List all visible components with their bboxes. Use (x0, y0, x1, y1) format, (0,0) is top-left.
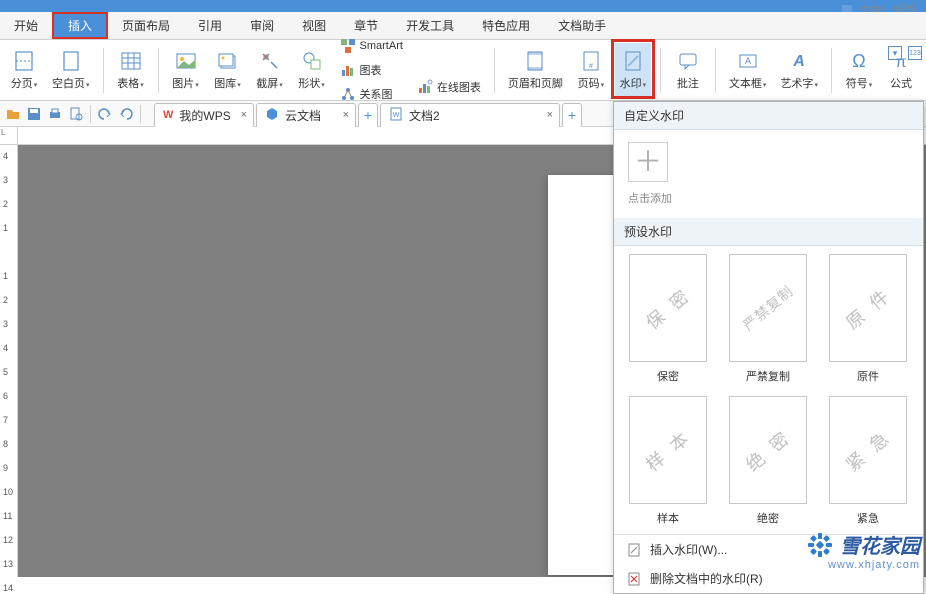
title-bar (0, 0, 926, 12)
blank-page-icon (59, 49, 83, 73)
ribbon-right-controls: ▾ 123 (888, 46, 922, 60)
undo-icon[interactable] (96, 105, 114, 123)
new-tab-plus[interactable]: + (562, 103, 582, 127)
menu-start[interactable]: 开始 (0, 12, 52, 39)
shape-icon (300, 49, 324, 73)
menu-insert[interactable]: 插入 (52, 12, 108, 39)
online-chart-icon (417, 79, 433, 95)
wps-logo-icon: W (163, 109, 173, 121)
redo-icon[interactable] (117, 105, 135, 123)
ribbon-insert: 分页▾ 空白页▾ 表格▾ 图片▾ 图库▾ 截屏▾ 形状▾ SmartArt 图表 (0, 40, 926, 101)
relation-chart-button[interactable]: 关系图 (336, 83, 407, 105)
tab-my-wps[interactable]: W 我的WPS × (154, 103, 254, 127)
open-icon[interactable] (4, 105, 22, 123)
comment-icon (676, 49, 700, 73)
picture-button[interactable]: 图片▾ (168, 43, 204, 97)
word-doc-icon: W (389, 107, 403, 124)
symbol-button[interactable]: Ω 符号▾ (841, 43, 877, 97)
page-number-button[interactable]: # 页码▾ (573, 43, 609, 97)
wordart-icon: A (787, 49, 811, 73)
svg-text:W: W (393, 112, 400, 119)
page-number-icon: # (579, 49, 603, 73)
ruler-corner: L (0, 127, 18, 145)
chart-button[interactable]: 图表 (336, 59, 407, 81)
cloud-cube-icon (265, 107, 279, 124)
preset-confidential[interactable]: 保 密 保密 (624, 254, 712, 384)
preset-urgent[interactable]: 紧 急 紧急 (824, 396, 912, 526)
close-icon[interactable]: × (241, 109, 247, 121)
comment-button[interactable]: 批注 (670, 43, 706, 97)
symbol-icon: Ω (847, 49, 871, 73)
textbox-button[interactable]: A 文本框▾ (725, 43, 771, 97)
watermark-icon (621, 49, 645, 73)
close-icon[interactable]: × (547, 109, 553, 121)
page-break-button[interactable]: 分页▾ (6, 43, 42, 97)
watermark-button[interactable]: 水印▾ (615, 43, 651, 97)
gallery-button[interactable]: 图库▾ (210, 43, 246, 97)
snowflake-logo-icon (806, 531, 834, 559)
table-icon (119, 49, 143, 73)
print-preview-icon[interactable] (67, 105, 85, 123)
gallery-icon (216, 49, 240, 73)
menu-doc-helper[interactable]: 文档助手 (544, 12, 620, 39)
online-chart-button[interactable]: 在线图表 (413, 77, 485, 97)
dd-section-preset: 预设水印 (614, 218, 923, 246)
header-footer-button[interactable]: 页眉和页脚 (504, 43, 567, 97)
save-icon[interactable] (25, 105, 43, 123)
wordart-button[interactable]: A 艺术字▾ (776, 43, 822, 97)
preset-watermark-grid: 保 密 保密 严禁复制 严禁复制 原 件 原件 样 本 样本 绝 密 绝密 紧 … (614, 246, 923, 534)
ribbon-dropdown-icon[interactable]: ▾ (888, 46, 902, 60)
table-button[interactable]: 表格▾ (113, 43, 149, 97)
menu-references[interactable]: 引用 (184, 12, 236, 39)
add-custom-watermark-button[interactable]: ＋ (628, 142, 668, 182)
svg-text:A: A (745, 56, 751, 66)
relation-chart-icon (340, 86, 356, 102)
menu-special-apps[interactable]: 特色应用 (468, 12, 544, 39)
svg-text:A: A (792, 53, 805, 70)
smartart-button[interactable]: SmartArt (336, 35, 407, 57)
insert-watermark-icon (626, 542, 642, 558)
shape-button[interactable]: 形状▾ (294, 43, 330, 97)
preset-top-secret[interactable]: 绝 密 绝密 (724, 396, 812, 526)
menu-bar: 开始 插入 页面布局 引用 审阅 视图 章节 开发工具 特色应用 文档助手 (0, 12, 926, 40)
preset-no-copy[interactable]: 严禁复制 严禁复制 (724, 254, 812, 384)
menu-page-layout[interactable]: 页面布局 (108, 12, 184, 39)
close-icon[interactable]: × (343, 109, 349, 121)
picture-icon (174, 49, 198, 73)
site-watermark: 雪花家园 www.xhjaty.com (806, 530, 920, 571)
ruler-vertical: 4 3 2 1 1 2 3 4 5 6 7 8 9 10 11 12 13 14 (0, 145, 18, 577)
page-break-icon (12, 49, 36, 73)
site-name: 雪花家园 (840, 530, 920, 559)
svg-text:Ω: Ω (852, 51, 865, 71)
dd-section-custom: 自定义水印 (614, 102, 923, 130)
smartart-icon (340, 38, 356, 54)
plus-icon: ＋ (634, 148, 662, 176)
site-url: www.xhjaty.com (828, 559, 920, 571)
svg-text:#: # (589, 63, 593, 70)
blank-page-button[interactable]: 空白页▾ (48, 43, 94, 97)
screenshot-button[interactable]: 截屏▾ (252, 43, 288, 97)
tab-cloud-doc[interactable]: 云文档 × (256, 103, 356, 127)
ribbon-123-icon[interactable]: 123 (908, 46, 922, 60)
add-custom-label: 点击添加 (628, 190, 909, 206)
tab-doc2[interactable]: W 文档2 × (380, 103, 560, 127)
preset-original[interactable]: 原 件 原件 (824, 254, 912, 384)
menu-review[interactable]: 审阅 (236, 12, 288, 39)
print-icon[interactable] (46, 105, 64, 123)
chart-icon (340, 62, 356, 78)
document-tabs: W 我的WPS × 云文档 × + W 文档2 × + (154, 101, 584, 127)
preset-sample[interactable]: 样 本 样本 (624, 396, 712, 526)
header-footer-icon (523, 49, 547, 73)
cloud-tab-plus[interactable]: + (358, 103, 378, 127)
watermark-dropdown: 自定义水印 ＋ 点击添加 预设水印 保 密 保密 严禁复制 严禁复制 原 件 原… (613, 101, 924, 594)
screenshot-icon (258, 49, 282, 73)
menu-view[interactable]: 视图 (288, 12, 340, 39)
delete-watermark-icon (626, 571, 642, 587)
textbox-icon: A (736, 49, 760, 73)
